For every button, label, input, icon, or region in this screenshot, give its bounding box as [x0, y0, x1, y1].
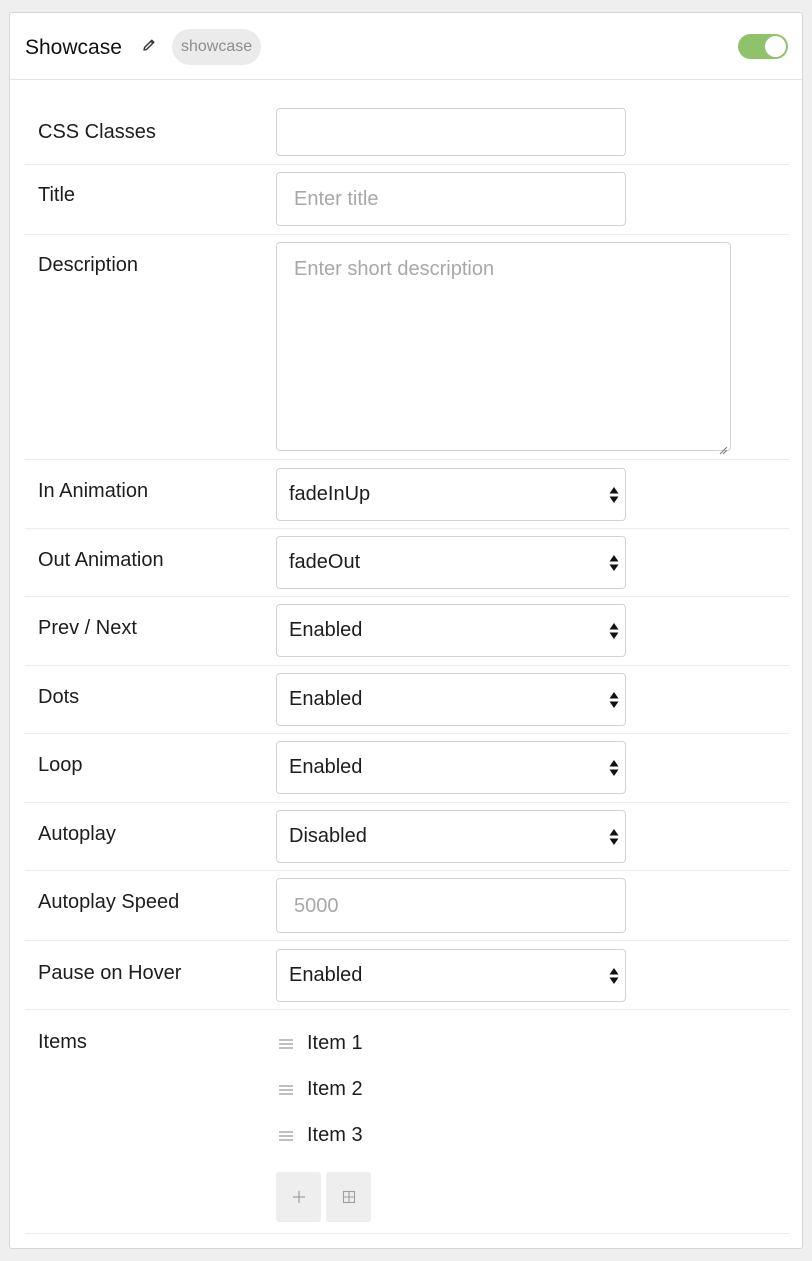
row-description: Description Enter short description [25, 235, 789, 460]
item-name: Item 2 [307, 1078, 363, 1100]
css-classes-label: CSS Classes [38, 121, 156, 143]
items-label: Items [38, 1031, 87, 1053]
dots-value: Enabled [289, 688, 363, 710]
autoplay-label: Autoplay [38, 823, 116, 845]
pause-on-hover-value: Enabled [289, 964, 363, 986]
row-prev-next: Prev / Next Enabled [25, 597, 789, 666]
row-autoplay-speed: Autoplay Speed 5000 [25, 871, 789, 941]
loop-select[interactable]: Enabled [276, 741, 626, 794]
sort-arrows-icon [609, 485, 619, 505]
css-classes-input[interactable] [276, 108, 626, 156]
row-pause-on-hover: Pause on Hover Enabled [25, 941, 789, 1010]
prev-next-value: Enabled [289, 619, 363, 641]
row-loop: Loop Enabled [25, 734, 789, 803]
pause-on-hover-label: Pause on Hover [38, 962, 182, 984]
sort-arrows-icon [609, 827, 619, 847]
prev-next-select[interactable]: Enabled [276, 604, 626, 657]
out-animation-label: Out Animation [38, 549, 164, 571]
toggle-knob [765, 36, 786, 57]
prev-next-label: Prev / Next [38, 617, 137, 639]
drag-handle-icon[interactable] [278, 1129, 294, 1143]
description-textarea[interactable]: Enter short description [276, 242, 731, 455]
grid-icon [342, 1190, 355, 1204]
add-item-button[interactable] [276, 1172, 321, 1222]
plus-icon [292, 1191, 305, 1203]
autoplay-speed-placeholder: 5000 [294, 895, 339, 917]
pause-on-hover-select[interactable]: Enabled [276, 949, 626, 1002]
title-input[interactable]: Enter title [276, 172, 626, 226]
autoplay-speed-input[interactable]: 5000 [276, 878, 626, 933]
autoplay-speed-label: Autoplay Speed [38, 891, 180, 913]
in-animation-label: In Animation [38, 480, 149, 502]
element-panel: Showcase showcase CSS Classes Title Ente… [9, 12, 803, 1249]
in-animation-select[interactable]: fadeInUp [276, 468, 626, 521]
description-placeholder: Enter short description [294, 258, 495, 280]
drag-handle-icon[interactable] [278, 1083, 294, 1097]
sort-arrows-icon [609, 690, 619, 710]
title-placeholder: Enter title [294, 188, 379, 210]
row-in-animation: In Animation fadeInUp [25, 460, 789, 529]
sort-arrows-icon [609, 621, 619, 641]
autoplay-value: Disabled [289, 825, 367, 847]
sort-arrows-icon [609, 966, 619, 986]
in-animation-value: fadeInUp [289, 483, 371, 505]
out-animation-select[interactable]: fadeOut [276, 536, 626, 589]
title-label: Title [38, 184, 76, 206]
panel-header: Showcase showcase [10, 13, 802, 80]
row-autoplay: Autoplay Disabled [25, 803, 789, 871]
item-name: Item 1 [307, 1032, 363, 1054]
sort-arrows-icon [609, 553, 619, 573]
slug-badge: showcase [172, 29, 262, 65]
out-animation-value: fadeOut [289, 551, 361, 573]
loop-value: Enabled [289, 756, 363, 778]
enable-toggle[interactable] [738, 34, 788, 59]
element-title: Showcase [25, 36, 122, 59]
item-name: Item 3 [307, 1124, 363, 1146]
row-title: Title Enter title [25, 165, 789, 235]
dots-select[interactable]: Enabled [276, 673, 626, 726]
drag-handle-icon[interactable] [278, 1037, 294, 1051]
loop-label: Loop [38, 754, 83, 776]
autoplay-select[interactable]: Disabled [276, 810, 626, 863]
pencil-icon[interactable] [141, 37, 157, 53]
description-label: Description [38, 254, 139, 276]
row-dots: Dots Enabled [25, 666, 789, 734]
row-out-animation: Out Animation fadeOut [25, 529, 789, 597]
row-css-classes: CSS Classes [25, 92, 789, 165]
dots-label: Dots [38, 686, 80, 708]
add-item-grid-button[interactable] [326, 1172, 371, 1222]
resize-grip-icon[interactable] [718, 438, 728, 455]
sort-arrows-icon [609, 758, 619, 778]
row-items: Items Item 1 Item 2 Item 3 [25, 1010, 789, 1234]
